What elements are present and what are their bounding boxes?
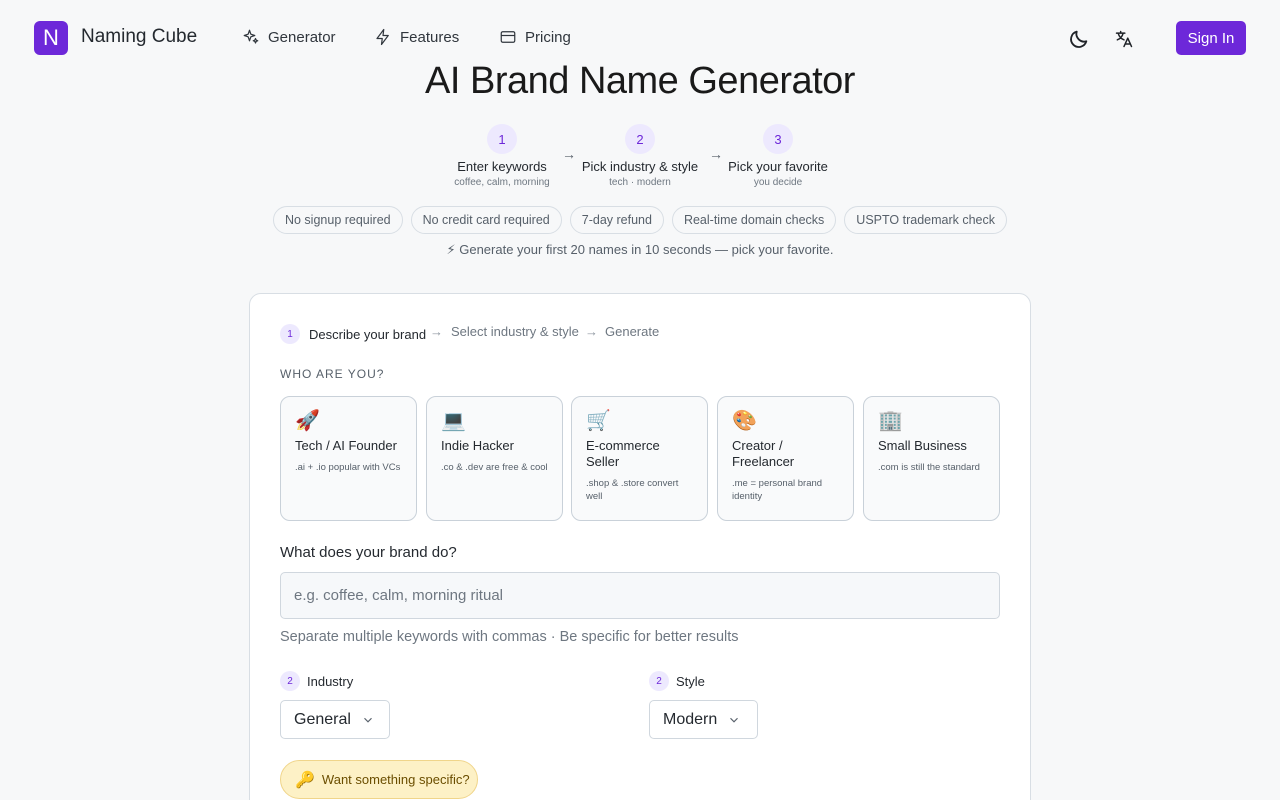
form-step-1: 1 Describe your brand — [280, 324, 426, 344]
persona-indie-hacker[interactable]: 💻 Indie Hacker .co & .dev are free & coo… — [426, 396, 563, 521]
who-are-you-label: WHO ARE YOU? — [280, 367, 385, 381]
want-something-specific-label: Want something specific? — [321, 772, 470, 787]
style-select[interactable]: Modern — [649, 700, 758, 739]
industry-label: Industry — [307, 673, 354, 689]
pill-domain-checks: Real-time domain checks — [671, 206, 837, 234]
logo[interactable]: N — [34, 21, 68, 55]
step-1: 1 Enter keywords coffee, calm, morning — [427, 124, 577, 188]
lightning-icon — [376, 28, 389, 46]
persona-title: Tech / AI Founder — [295, 438, 397, 453]
industry-value: General — [294, 710, 351, 728]
pill-no-signup: No signup required — [272, 206, 403, 234]
pill-trademark-check: USPTO trademark check — [844, 206, 1007, 234]
moon-icon — [1070, 30, 1088, 48]
persona-desc: .shop & .store convert well — [586, 478, 679, 502]
brand-name[interactable]: Naming Cube — [81, 26, 197, 48]
step-number: 2 — [625, 124, 655, 154]
sign-in-button[interactable]: Sign In — [1176, 21, 1246, 55]
translate-icon — [1115, 30, 1133, 48]
step-label: Pick industry & style — [581, 159, 699, 174]
step-label: Pick your favorite — [728, 159, 828, 174]
keywords-hint: Separate multiple keywords with commas ·… — [280, 629, 739, 645]
credit-card-icon — [500, 31, 516, 43]
persona-title: Creator / Freelancer — [732, 438, 795, 469]
persona-ecommerce-seller[interactable]: 🛒 E-commerce Seller .shop & .store conve… — [571, 396, 708, 521]
persona-tech-founder[interactable]: 🚀 Tech / AI Founder .ai + .io popular wi… — [280, 396, 417, 521]
nav-features-label: Features — [400, 28, 460, 46]
step-sub: tech · modern — [609, 177, 671, 188]
persona-title: Small Business — [878, 438, 967, 453]
persona-desc: .co & .dev are free & cool — [441, 462, 548, 473]
chevron-down-icon — [364, 717, 372, 723]
nav-generator-label: Generator — [268, 28, 336, 46]
step-number: 3 — [763, 124, 793, 154]
persona-title: E-commerce Seller — [586, 438, 660, 469]
palette-icon: 🎨 — [732, 410, 757, 432]
step-number: 1 — [487, 124, 517, 154]
theme-toggle-button[interactable] — [1066, 26, 1092, 52]
form-step-label: Describe your brand — [309, 326, 427, 342]
form-step-arrow: → — [585, 324, 598, 339]
want-something-specific-button[interactable]: 🔑 Want something specific? — [280, 760, 478, 799]
brand-question-label: What does your brand do? — [280, 544, 457, 561]
persona-creator-freelancer[interactable]: 🎨 Creator / Freelancer .me = personal br… — [717, 396, 854, 521]
key-icon: 🔑 — [295, 771, 315, 789]
page-title: AI Brand Name Generator — [425, 60, 855, 102]
language-button[interactable] — [1111, 26, 1137, 52]
generator-form-card: 1 Describe your brand → Select industry … — [249, 293, 1031, 800]
laptop-icon: 💻 — [441, 410, 466, 432]
step-label: Enter keywords — [457, 159, 547, 174]
step-sub: you decide — [753, 177, 803, 188]
industry-step-number: 2 — [280, 671, 300, 691]
style-label: Style — [676, 673, 705, 689]
nav-features[interactable]: Features — [374, 28, 459, 46]
style-step-number: 2 — [649, 671, 669, 691]
step-2: 2 Pick industry & style tech · modern — [565, 124, 715, 188]
feature-pills: No signup required No credit card requir… — [0, 206, 1280, 234]
style-label-row: 2 Style — [649, 671, 705, 691]
pill-no-credit-card: No credit card required — [410, 206, 562, 234]
form-step-2: Select industry & style — [451, 324, 579, 339]
industry-label-row: 2 Industry — [280, 671, 353, 691]
office-building-icon: 🏢 — [878, 410, 903, 432]
nav-pricing-label: Pricing — [525, 28, 571, 46]
industry-select[interactable]: General — [280, 700, 390, 739]
form-step-arrow: → — [430, 324, 443, 339]
sparkle-icon — [243, 29, 259, 44]
nav-generator[interactable]: Generator — [242, 28, 336, 46]
keywords-input[interactable] — [280, 572, 1000, 619]
step-3: 3 Pick your favorite you decide — [703, 124, 853, 188]
form-step-3: Generate — [605, 324, 660, 339]
persona-desc: .me = personal brand identity — [732, 478, 823, 502]
form-step-number: 1 — [280, 324, 300, 344]
chevron-down-icon — [730, 717, 739, 723]
persona-desc: .com is still the standard — [878, 462, 980, 473]
style-value: Modern — [663, 710, 718, 728]
rocket-icon: 🚀 — [295, 410, 320, 432]
persona-desc: .ai + .io popular with VCs — [295, 462, 401, 473]
tagline: ⚡ Generate your first 20 names in 10 sec… — [446, 242, 834, 257]
pill-refund: 7-day refund — [569, 206, 664, 234]
step-sub: coffee, calm, morning — [454, 177, 550, 188]
persona-title: Indie Hacker — [441, 438, 514, 453]
shopping-cart-icon: 🛒 — [586, 410, 611, 432]
persona-small-business[interactable]: 🏢 Small Business .com is still the stand… — [863, 396, 1000, 521]
nav-pricing[interactable]: Pricing — [499, 28, 571, 46]
